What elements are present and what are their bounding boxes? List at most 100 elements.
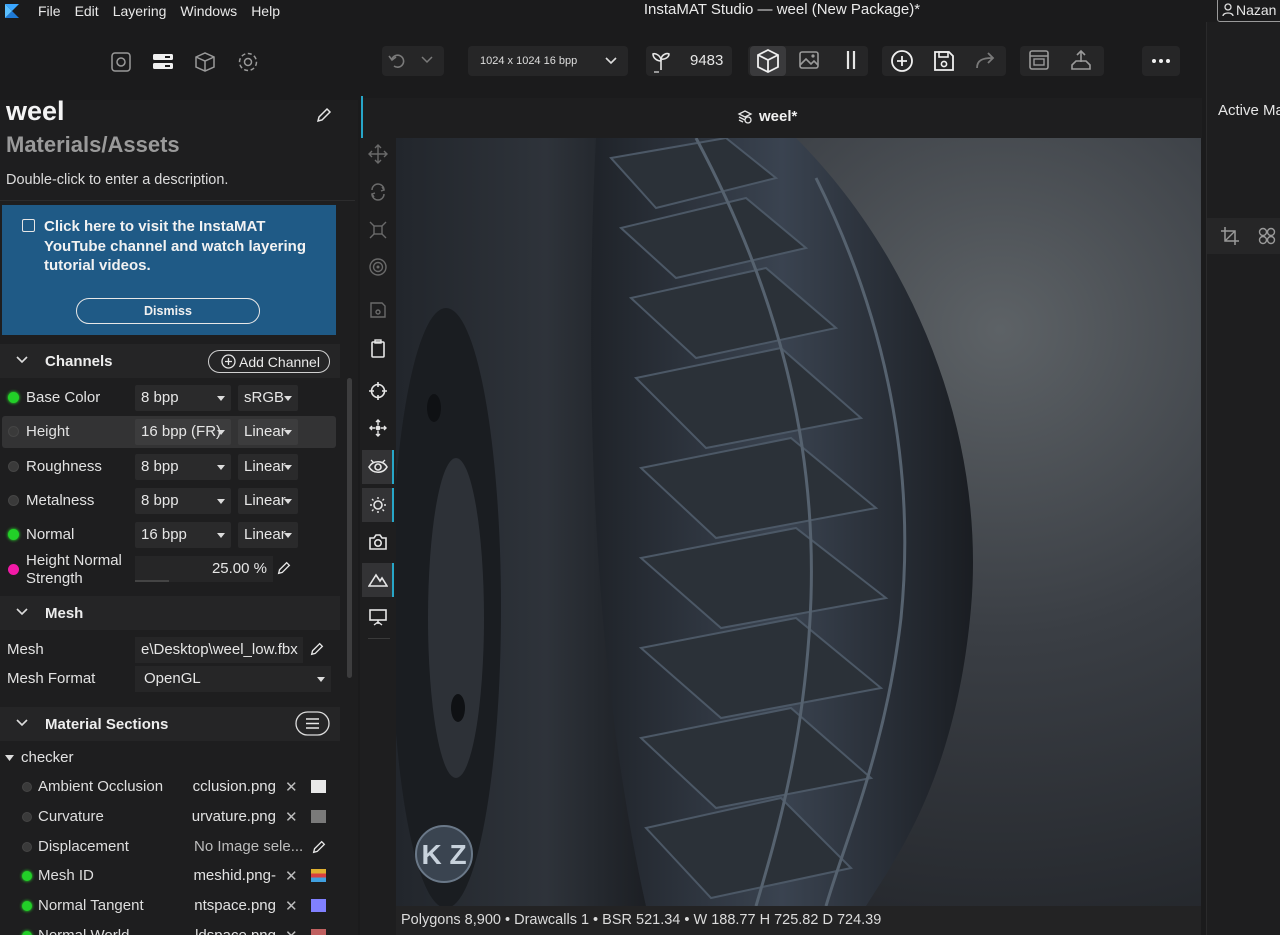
channel-row[interactable]: Roughness 8 bpp Linear xyxy=(2,451,336,483)
edit-pencil-icon[interactable] xyxy=(311,839,327,855)
resolution-select[interactable]: 1024 x 1024 16 bpp xyxy=(468,46,628,76)
channel-row[interactable]: Metalness 8 bpp Linear xyxy=(2,485,336,517)
add-channel-button[interactable]: Add Channel xyxy=(208,350,330,373)
list-item[interactable]: Normal Tangent ntspace.png ✕ xyxy=(0,891,340,921)
clear-icon[interactable]: ✕ xyxy=(285,778,298,796)
edit-pencil-icon[interactable] xyxy=(315,106,333,124)
clear-icon[interactable]: ✕ xyxy=(285,927,298,935)
clear-icon[interactable]: ✕ xyxy=(285,897,298,915)
layers-icon[interactable] xyxy=(151,50,175,74)
cube-3d-icon[interactable] xyxy=(755,48,781,74)
left-panel-scrollbar[interactable] xyxy=(347,378,352,678)
terrain-icon[interactable] xyxy=(368,570,388,590)
menu-windows[interactable]: Windows xyxy=(180,3,237,19)
mesh-format-select[interactable]: OpenGL xyxy=(135,666,331,692)
banner-text[interactable]: Click here to visit the InstaMAT YouTube… xyxy=(44,217,324,276)
list-item[interactable]: Mesh ID -meshid.png ✕ xyxy=(0,861,340,891)
camera-icon[interactable] xyxy=(368,532,388,552)
seed-sprout-icon[interactable] xyxy=(650,49,676,75)
package-icon[interactable] xyxy=(109,50,133,74)
pan-icon[interactable] xyxy=(368,418,388,438)
color-space-select[interactable]: Linear xyxy=(238,419,298,445)
list-item[interactable]: Displacement No Image sele... xyxy=(0,832,340,862)
crosshair-icon[interactable] xyxy=(368,381,388,401)
bit-depth-select[interactable]: 8 bpp xyxy=(135,454,231,480)
map-file[interactable]: urvature.png xyxy=(190,805,276,829)
channel-row[interactable]: Base Color 8 bpp sRGB xyxy=(2,382,336,414)
material-sections-header[interactable]: Material Sections xyxy=(0,707,340,741)
edit-pencil-icon[interactable] xyxy=(276,560,292,576)
caret-down-icon[interactable] xyxy=(5,754,14,762)
divider xyxy=(0,200,355,201)
channel-row[interactable]: Normal 16 bpp Linear xyxy=(2,519,336,551)
material-group-name[interactable]: checker xyxy=(21,749,74,766)
menubar: File Edit Layering Windows Help xyxy=(0,0,358,22)
list-item[interactable]: Ambient Occlusion cclusion.png ✕ xyxy=(0,772,340,802)
bit-depth-select[interactable]: 8 bpp xyxy=(135,385,231,411)
light-icon[interactable] xyxy=(368,495,388,515)
color-space-select[interactable]: Linear xyxy=(238,454,298,480)
clear-icon[interactable]: ✕ xyxy=(285,808,298,826)
presentation-icon[interactable] xyxy=(368,607,388,627)
box-icon[interactable] xyxy=(193,50,217,74)
map-file[interactable]: No Image sele... xyxy=(194,835,302,859)
bit-depth-value: 8 bpp xyxy=(141,458,179,475)
list-item[interactable]: Curvature urvature.png ✕ xyxy=(0,802,340,832)
gear-icon[interactable] xyxy=(236,50,260,74)
bit-depth-select[interactable]: 8 bpp xyxy=(135,488,231,514)
target-icon[interactable] xyxy=(368,257,388,277)
clipboard-icon[interactable] xyxy=(368,338,388,358)
list-item[interactable]: Normal World ldspace.png ✕ xyxy=(0,921,340,935)
menu-layering[interactable]: Layering xyxy=(113,3,167,19)
map-file[interactable]: cclusion.png xyxy=(190,775,276,799)
export-icon[interactable] xyxy=(1069,48,1095,74)
chevron-down-icon[interactable] xyxy=(16,718,28,728)
menu-help[interactable]: Help xyxy=(251,3,280,19)
bit-depth-select[interactable]: 16 bpp xyxy=(135,522,231,548)
bit-depth-select[interactable]: 16 bpp (FR) xyxy=(135,419,231,445)
height-normal-slider[interactable]: 25.00 % xyxy=(135,556,273,582)
image-2d-icon[interactable] xyxy=(797,48,823,74)
menu-list-icon[interactable] xyxy=(295,711,330,736)
redo-share-icon[interactable] xyxy=(973,48,999,74)
add-circle-icon[interactable] xyxy=(889,48,915,74)
clear-icon[interactable]: ✕ xyxy=(285,867,298,885)
eye-icon[interactable] xyxy=(368,457,388,477)
nodes-icon[interactable] xyxy=(1257,226,1277,246)
split-view-icon[interactable] xyxy=(839,48,865,74)
scale-icon[interactable] xyxy=(368,220,388,240)
menu-file[interactable]: File xyxy=(38,3,61,19)
package-description[interactable]: Double-click to enter a description. xyxy=(6,172,228,188)
color-space-select[interactable]: Linear xyxy=(238,488,298,514)
edit-pencil-icon[interactable] xyxy=(309,641,325,657)
save-icon[interactable] xyxy=(368,300,388,320)
app-logo-icon[interactable] xyxy=(0,0,24,22)
menu-edit[interactable]: Edit xyxy=(75,3,99,19)
window-title: InstaMAT Studio — weel (New Package)* xyxy=(643,1,921,18)
chevron-down-icon[interactable] xyxy=(16,355,28,365)
user-account-button[interactable]: Nazan xyxy=(1217,0,1280,22)
map-file[interactable]: -meshid.png xyxy=(190,864,276,888)
mesh-header[interactable]: Mesh xyxy=(0,596,340,630)
viewport-accent xyxy=(361,96,363,138)
crop-icon[interactable] xyxy=(1220,226,1240,246)
mesh-path-field[interactable]: e\Desktop\weel_low.fbx xyxy=(135,637,303,663)
chevron-down-icon[interactable] xyxy=(420,54,446,80)
move-icon[interactable] xyxy=(368,144,388,164)
dismiss-button[interactable]: Dismiss xyxy=(76,298,260,324)
save-icon[interactable] xyxy=(931,48,957,74)
more-options-icon[interactable] xyxy=(1148,48,1174,74)
viewport-tab[interactable]: weel* xyxy=(737,108,797,125)
undo-icon[interactable] xyxy=(386,50,412,76)
3d-viewport[interactable]: K Z xyxy=(396,138,1201,906)
map-file[interactable]: ldspace.png xyxy=(190,924,276,935)
channel-row[interactable]: Height 16 bpp (FR) Linear xyxy=(2,416,336,448)
color-space-select[interactable]: sRGB xyxy=(238,385,298,411)
rotate-icon[interactable] xyxy=(368,182,388,202)
oven-bake-icon[interactable] xyxy=(1027,48,1053,74)
chevron-down-icon[interactable] xyxy=(16,607,28,617)
map-file[interactable]: ntspace.png xyxy=(190,894,276,918)
seed-value[interactable]: 9483 xyxy=(690,52,723,69)
color-space-select[interactable]: Linear xyxy=(238,522,298,548)
banner-checkbox[interactable] xyxy=(22,219,35,232)
